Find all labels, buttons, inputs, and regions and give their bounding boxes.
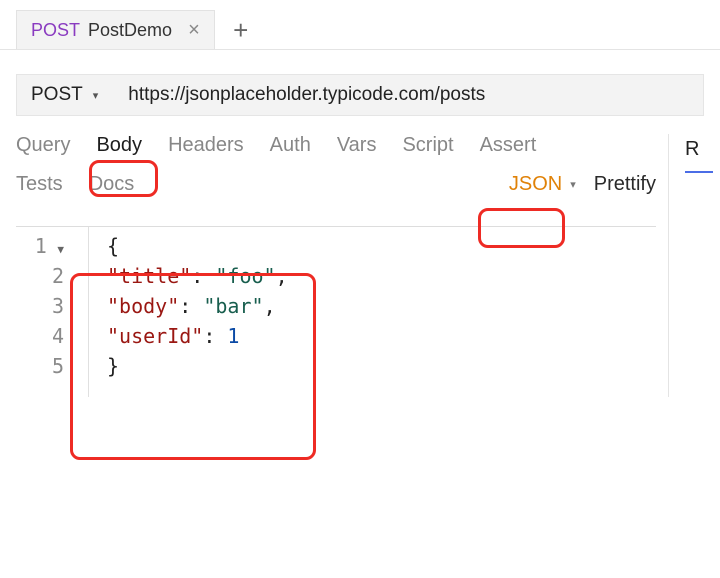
response-panel: R (668, 134, 720, 397)
chevron-down-icon: ▾ (93, 89, 99, 102)
code-line[interactable]: } (107, 351, 288, 381)
gutter-line: 1 ▼ (16, 231, 64, 261)
gutter-line: 3 (16, 291, 64, 321)
chevron-down-icon: ▾ (570, 178, 576, 191)
body-type-dropdown[interactable]: JSON ▾ (509, 173, 576, 196)
tab-docs[interactable]: Docs (89, 173, 135, 196)
body-type-value: JSON (509, 173, 562, 196)
http-method-dropdown[interactable]: POST ▾ (31, 84, 98, 106)
tab-headers[interactable]: Headers (168, 134, 244, 157)
tab-method: POST (31, 20, 80, 41)
tab-body[interactable]: Body (96, 134, 142, 157)
url-bar: POST ▾ https://jsonplaceholder.typicode.… (16, 74, 704, 116)
body-editor[interactable]: 1 ▼2345 {"title": "foo","body": "bar","u… (16, 226, 656, 397)
tab-name: PostDemo (88, 20, 172, 41)
code-line[interactable]: "body": "bar", (107, 291, 288, 321)
url-input[interactable]: https://jsonplaceholder.typicode.com/pos… (128, 84, 693, 106)
editor-gutter: 1 ▼2345 (16, 227, 88, 397)
tab-assert[interactable]: Assert (480, 134, 537, 157)
tab-tests[interactable]: Tests (16, 173, 63, 196)
fold-icon[interactable]: ▼ (51, 243, 64, 256)
tab-script[interactable]: Script (402, 134, 453, 157)
code-line[interactable]: { (107, 231, 288, 261)
tab-strip: POST PostDemo × + (0, 0, 720, 50)
response-tab[interactable]: R (685, 138, 699, 160)
gutter-line: 5 (16, 351, 64, 381)
gutter-line: 2 (16, 261, 64, 291)
close-icon[interactable]: × (188, 20, 200, 40)
tab-auth[interactable]: Auth (270, 134, 311, 157)
editor-code[interactable]: {"title": "foo","body": "bar","userId": … (88, 227, 288, 397)
tab-query[interactable]: Query (16, 134, 70, 157)
prettify-button[interactable]: Prettify (594, 173, 656, 196)
request-subtabs: Query Body Headers Auth Vars Script Asse… (16, 134, 636, 157)
gutter-line: 4 (16, 321, 64, 351)
code-line[interactable]: "userId": 1 (107, 321, 288, 351)
response-tab-indicator (685, 171, 713, 173)
tab-vars[interactable]: Vars (337, 134, 377, 157)
code-line[interactable]: "title": "foo", (107, 261, 288, 291)
http-method-value: POST (31, 84, 83, 106)
request-tab[interactable]: POST PostDemo × (16, 10, 215, 49)
request-subtabs-row2: Tests Docs JSON ▾ Prettify (16, 173, 656, 196)
new-tab-button[interactable]: + (219, 10, 263, 49)
